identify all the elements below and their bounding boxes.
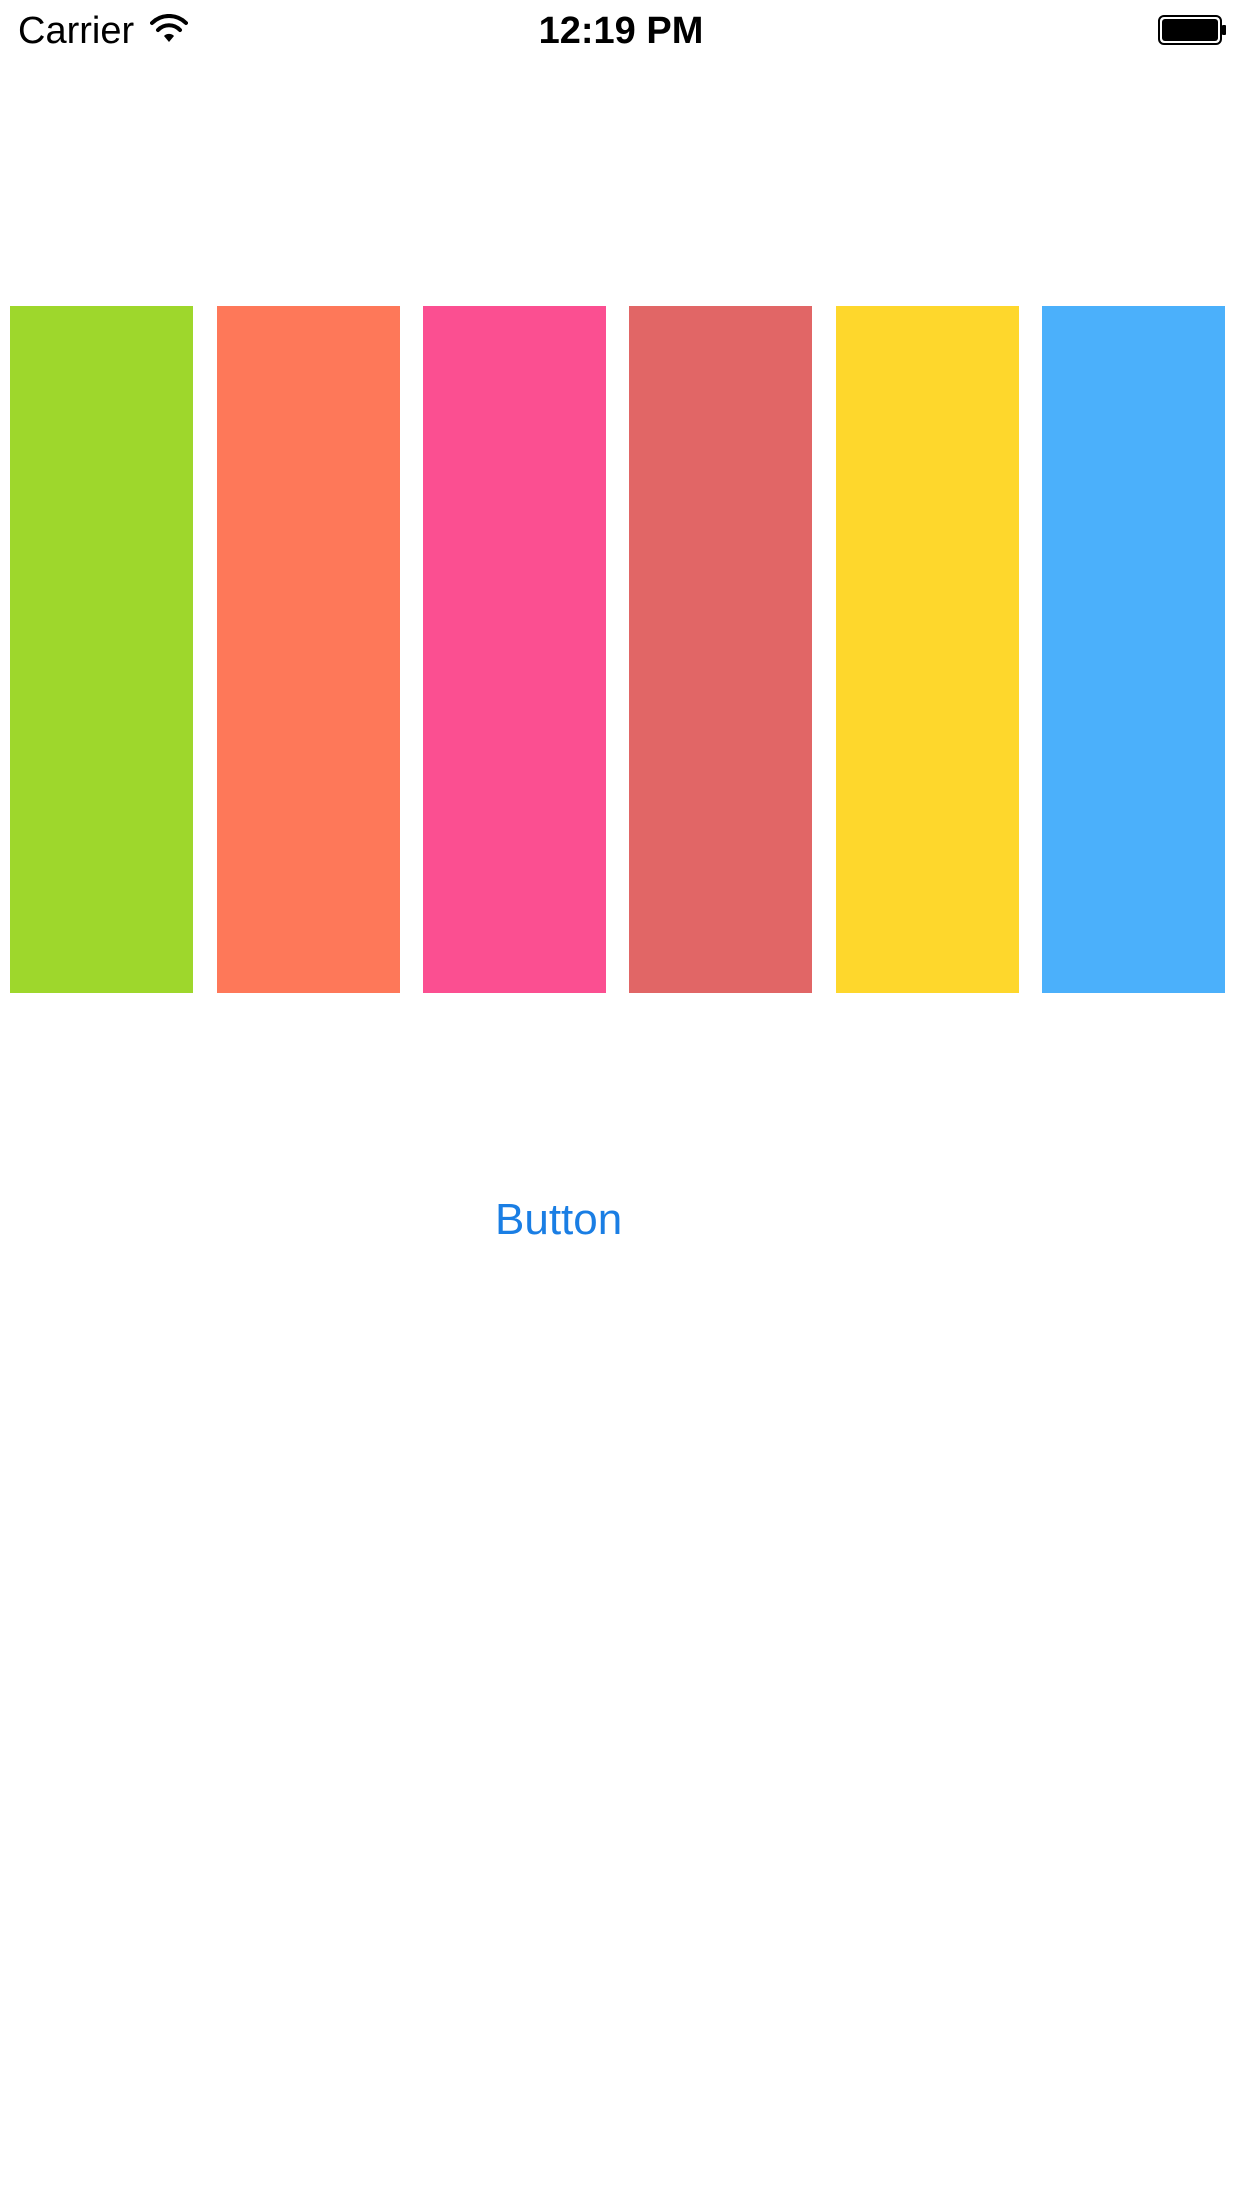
color-bar-yellow [836,306,1019,993]
status-time: 12:19 PM [538,10,704,52]
color-bar-red [629,306,812,993]
color-bar-green [10,306,193,993]
status-bar: Carrier 12:19 PM [0,0,1242,60]
main-button[interactable]: Button [495,1190,755,1250]
color-bar-pink [423,306,606,993]
color-bar-orange [217,306,400,993]
color-bars [0,306,1242,993]
color-bar-blue [1042,306,1225,993]
battery-icon [1158,15,1226,45]
